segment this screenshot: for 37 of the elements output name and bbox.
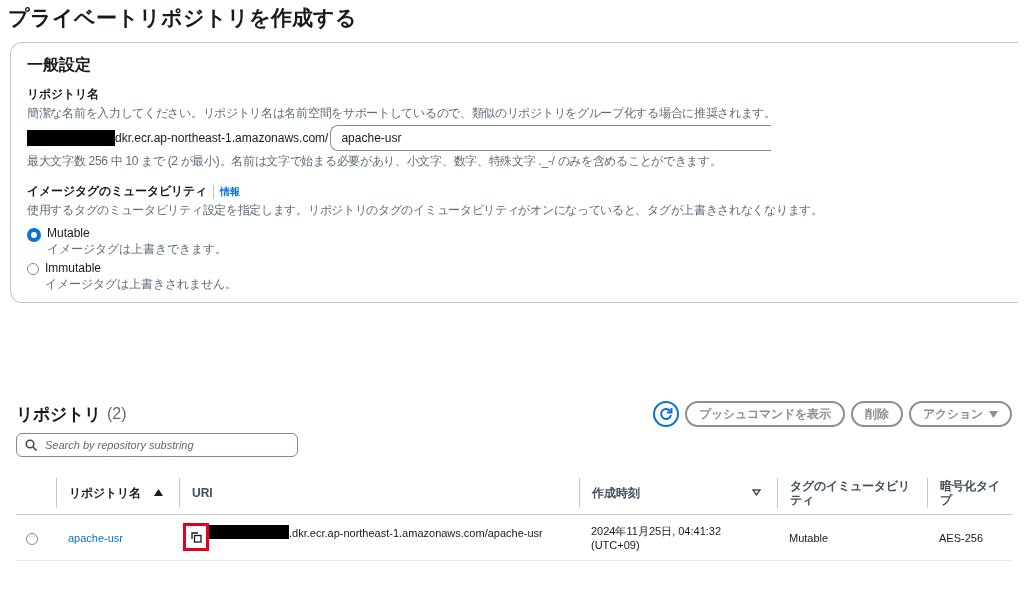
field-description: 簡潔な名前を入力してください。リポジトリ名は名前空間をサポートしているので、類似のリポジトリをグループ化する場合に推奨されます。 [27,105,776,121]
option-label[interactable]: Immutable [45,261,237,275]
sort-ascending-icon[interactable] [154,489,163,496]
refresh-icon [659,407,673,421]
search-field[interactable]: Search by repository substring [16,433,298,457]
option-label[interactable]: Mutable [47,226,227,240]
search-icon [25,439,37,451]
column-header[interactable]: 作成時刻 [592,485,640,500]
column-header[interactable]: URI [192,485,213,500]
page-title: プライベートリポジトリを作成する [8,5,358,31]
column-header[interactable]: タグのイミュータビリティ [790,478,911,507]
created-time: 2024年11月25日, 04:41:32 (UTC+09) [591,524,723,551]
repository-link[interactable]: apache-usr [68,531,124,544]
sort-icon[interactable] [752,489,761,496]
field-label: リポジトリ名 [27,86,100,103]
field-label: イメージタグのミュータビリティ [27,183,207,200]
repository-name-input[interactable]: apache-usr [330,125,772,151]
copy-icon[interactable] [190,531,202,543]
section-title: 一般設定 [27,55,92,75]
refresh-button[interactable] [653,401,679,427]
caret-icon [989,410,998,418]
info-link[interactable]: 情報 [213,184,240,199]
table-cell: AES-256 [939,531,984,544]
row-radio[interactable] [26,532,38,545]
radio-button[interactable] [27,228,41,242]
uri-prefix: dkr.ecr.ap-northeast-1.amazonaws.com/ [115,131,329,145]
repository-uri: .dkr.ecr.ap-northeast-1.amazonaws.com/apache-usr [289,526,544,541]
radio-button[interactable] [27,263,39,275]
table-cell: Mutable [789,531,829,544]
field-hint: 最大文字数 256 中 10 まで (2 が最小)。名前は文字で始まる必要があり、小文字、数字、特殊文字 ._-/ のみを含めることができます。 [27,153,722,169]
option-description: イメージタグは上書きできます。 [47,241,227,257]
column-header[interactable]: リポジトリ名 [69,485,141,500]
option-description: イメージタグは上書きされません。 [45,276,237,292]
repository-count: (2) [107,405,128,423]
field-description: 使用するタグのミュータビリティ設定を指定します。リポジトリのタグのイミュータビリティがオンになっていると、タグが上書きされなくなります。 [27,202,823,218]
column-header[interactable]: 暗号化タイプ [940,478,1004,507]
section-title: リポジトリ [16,403,101,426]
